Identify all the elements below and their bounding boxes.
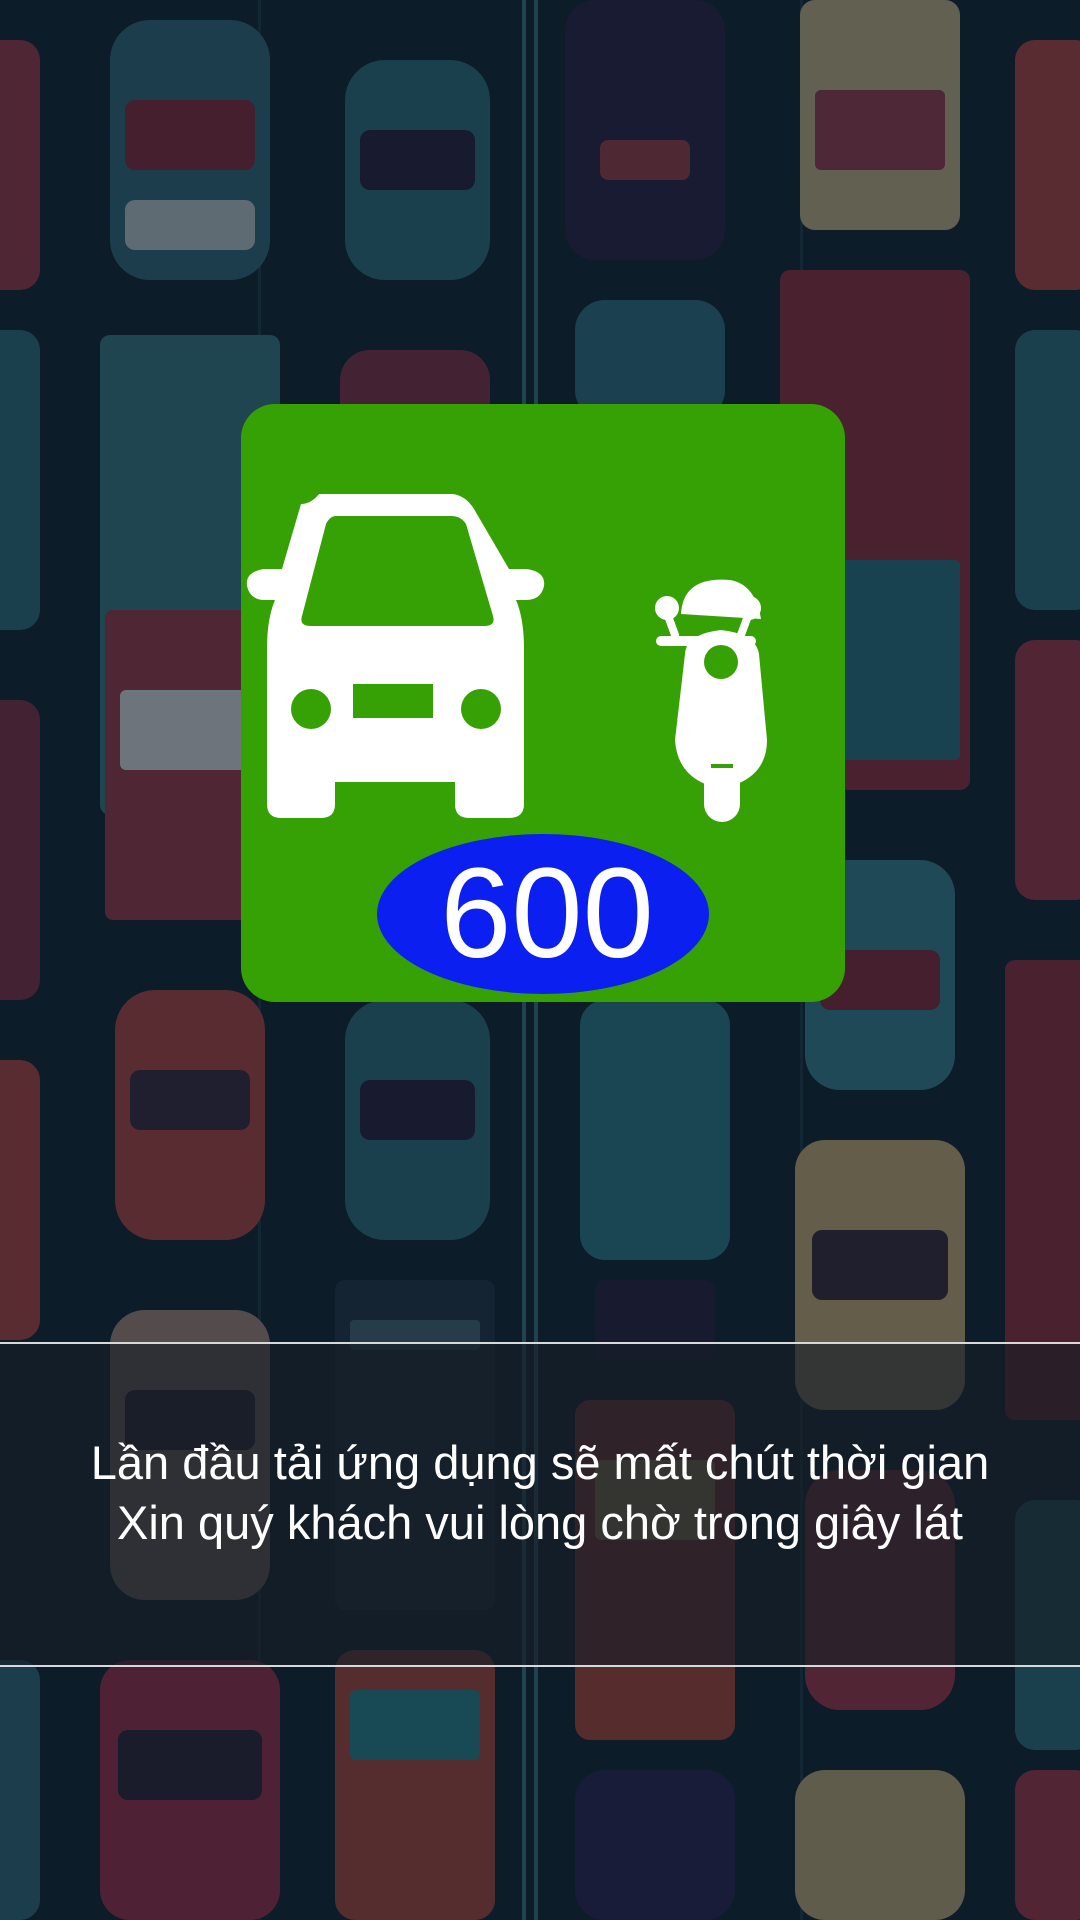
loading-message-panel: Lần đầu tải ứng dụng sẽ mất chút thời gi…	[0, 1342, 1080, 1667]
loading-message-line-2: Xin quý khách vui lòng chờ trong giây lá…	[117, 1495, 963, 1549]
logo-number-text: 600	[440, 842, 654, 985]
loading-message-line-1: Lần đầu tải ứng dụng sẽ mất chút thời gi…	[90, 1435, 990, 1489]
motorbike-icon	[655, 579, 767, 822]
app-logo: 600	[241, 404, 845, 1002]
splash-screen: 600 Lần đầu tải ứng dụng sẽ mất chút thờ…	[0, 0, 1080, 1920]
